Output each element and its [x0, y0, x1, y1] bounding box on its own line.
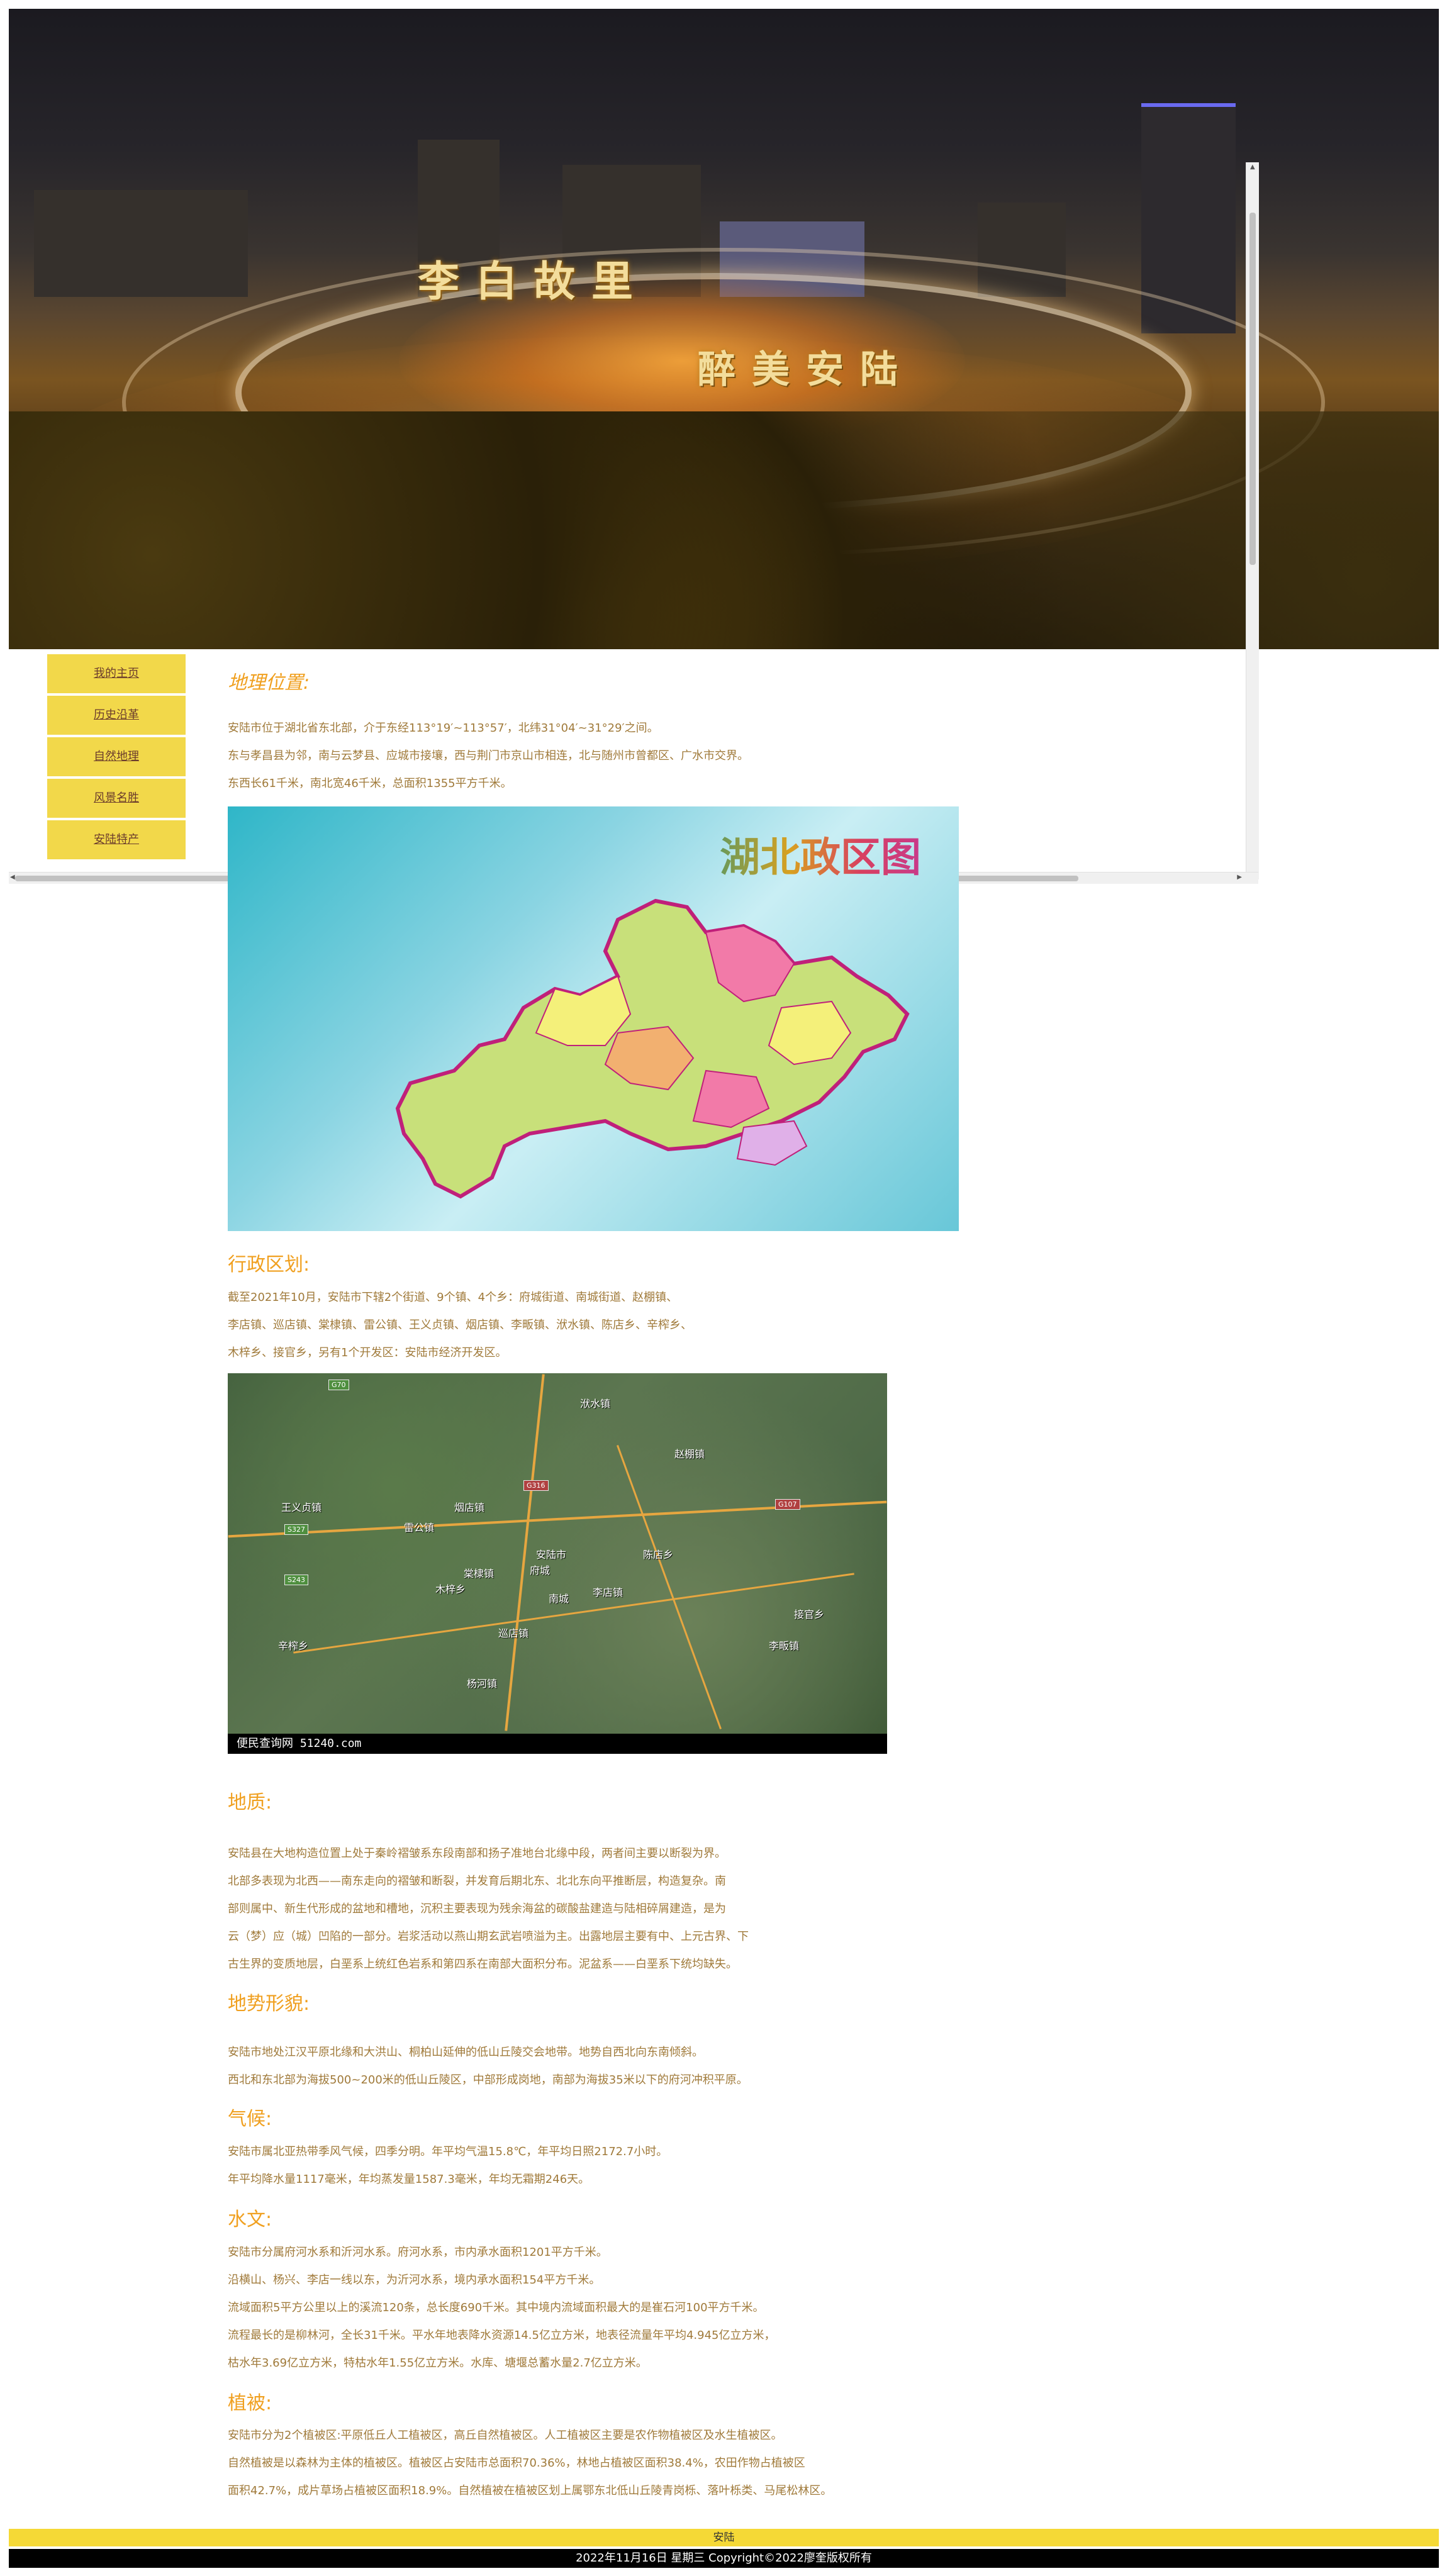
- hydrology-line: 安陆市分属府河水系和沂河水系。府河水系，市内承水面积1201平方千米。: [228, 2246, 608, 2259]
- nav-item-history[interactable]: 历史沿革: [47, 696, 186, 735]
- footer-bar: 安陆: [9, 2529, 1439, 2546]
- nav-item-home[interactable]: 我的主页: [47, 654, 186, 693]
- section-title-admin: 行政区划:: [228, 1254, 310, 1276]
- map-place-label: 南城: [549, 1593, 569, 1605]
- map-road: [617, 1444, 722, 1730]
- road-badge: G107: [775, 1499, 800, 1510]
- banner-building: [34, 190, 248, 297]
- side-navigation: 我的主页 历史沿革 自然地理 风景名胜 安陆特产: [47, 654, 186, 862]
- section-title-location: 地理位置:: [228, 672, 310, 694]
- section-title-geology: 地质:: [228, 1792, 272, 1814]
- map-place-label: 安陆市: [536, 1549, 567, 1561]
- terrain-line: 安陆市地处江汉平原北缘和大洪山、桐柏山延伸的低山丘陵交会地带。地势自西北向东南倾…: [228, 2046, 703, 2059]
- vegetation-line: 面积42.7%，成片草场占植被区面积18.9%。自然植被在植被区划上属鄂东北低山…: [228, 2484, 832, 2497]
- hydrology-line: 流程最长的是柳林河，全长31千米。平水年地表降水资源14.5亿立方米，地表径流量…: [228, 2329, 776, 2342]
- road-badge: S243: [284, 1575, 308, 1585]
- map-place-label: 辛榨乡: [278, 1640, 309, 1652]
- map-place-label: 雷公镇: [404, 1522, 435, 1534]
- map-place-label: 府城: [530, 1564, 551, 1576]
- geology-line: 安陆县在大地构造位置上处于秦岭褶皱系东段南部和扬子准地台北缘中段，两者间主要以断…: [228, 1847, 726, 1860]
- vegetation-line: 自然植被是以森林为主体的植被区。植被区占安陆市总面积70.36%，林地占植被区面…: [228, 2456, 805, 2470]
- vertical-scrollbar-thumb[interactable]: [1249, 213, 1256, 565]
- hydrology-line: 流域面积5平方公里以上的溪流120条，总长度690千米。其中境内流域面积最大的是…: [228, 2301, 764, 2314]
- terrain-line: 西北和东北部为海拔500~200米的低山丘陵区，中部形成岗地，南部为海拔35米以…: [228, 2073, 748, 2087]
- banner-title-line2: 醉美安陆: [698, 348, 914, 392]
- nav-item-scenery[interactable]: 风景名胜: [47, 779, 186, 818]
- map-place-label: 李店镇: [593, 1586, 623, 1598]
- section-title-hydrology: 水文:: [228, 2209, 272, 2231]
- hydrology-line: 沿横山、杨兴、李店一线以东，为沂河水系，境内承水面积154平方千米。: [228, 2273, 601, 2287]
- geology-line: 北部多表现为北西——南东走向的褶皱和断裂，并发育后期北东、北北东向平推断层，构造…: [228, 1875, 726, 1888]
- map-place-label: 王义贞镇: [281, 1502, 322, 1514]
- vertical-scrollbar[interactable]: ▲ ▼: [1246, 162, 1259, 879]
- vegetation-line: 安陆市分为2个植被区:平原低丘人工植被区，高丘自然植被区。人工植被区主要是农作物…: [228, 2429, 783, 2442]
- map-caption: 便民查询网 51240.com: [228, 1734, 887, 1754]
- section-title-terrain: 地势形貌:: [228, 1993, 310, 2015]
- map-place-label: 陈店乡: [643, 1549, 674, 1561]
- admin-line: 木梓乡、接官乡，另有1个开发区：安陆市经济开发区。: [228, 1346, 507, 1359]
- map-place-label: 接官乡: [794, 1609, 825, 1620]
- location-line: 东西长61千米，南北宽46千米，总面积1355平方千米。: [228, 777, 512, 790]
- map-place-label: 赵棚镇: [674, 1448, 705, 1460]
- admin-line: 截至2021年10月，安陆市下辖2个街道、9个镇、4个乡：府城街道、南城街道、赵…: [228, 1291, 678, 1304]
- banner-trees: [9, 411, 1439, 649]
- map-place-label: 烟店镇: [454, 1502, 485, 1514]
- climate-line: 年平均降水量1117毫米，年均蒸发量1587.3毫米，年均无霜期246天。: [228, 2173, 590, 2186]
- section-title-climate: 气候:: [228, 2108, 272, 2130]
- geology-line: 古生界的变质地层，白垩系上统红色岩系和第四系在南部大面积分布。泥盆系——白垩系下…: [228, 1958, 737, 1971]
- location-line: 安陆市位于湖北省东北部，介于东经113°19′~113°57′，北纬31°04′…: [228, 722, 659, 735]
- scroll-right-arrow-icon[interactable]: ▶: [1237, 874, 1242, 881]
- header-banner-image: 李白故里 醉美安陆: [9, 9, 1439, 649]
- scroll-left-arrow-icon[interactable]: ◀: [10, 874, 15, 881]
- section-title-vegetation: 植被:: [228, 2392, 272, 2414]
- footer-copyright: 2022年11月16日 星期三 Copyright©2022廖奎版权所有: [9, 2549, 1439, 2568]
- nav-item-specialties[interactable]: 安陆特产: [47, 820, 186, 859]
- map-place-label: 李畈镇: [769, 1640, 800, 1652]
- scroll-up-arrow-icon[interactable]: ▲: [1250, 164, 1255, 170]
- hydrology-line: 枯水年3.69亿立方米，特枯水年1.55亿立方米。水库、塘堰总蓄水量2.7亿立方…: [228, 2356, 647, 2370]
- map-place-label: 棠棣镇: [464, 1568, 495, 1580]
- geology-line: 部则属中、新生代形成的盆地和槽地，沉积主要表现为残余海盆的碳酸盐建造与陆相碎屑建…: [228, 1902, 726, 1915]
- hubei-political-map-image: 湖北政区图: [228, 806, 959, 1231]
- map-place-label: 洑水镇: [580, 1398, 611, 1410]
- location-line: 东与孝昌县为邻，南与云梦县、应城市接壤，西与荆门市京山市相连，北与随州市曾都区、…: [228, 749, 749, 762]
- road-badge: G70: [328, 1380, 349, 1390]
- anlu-satellite-map-image: G70 G316 G107 S243 S327 洑水镇 赵棚镇 王义贞镇 雷公镇…: [228, 1373, 887, 1754]
- geology-line: 云（梦）应（城）凹陷的一部分。岩浆活动以燕山期玄武岩喷溢为主。出露地层主要有中、…: [228, 1930, 749, 1943]
- banner-title-line1: 李白故里: [418, 257, 649, 306]
- road-badge: G316: [523, 1480, 549, 1491]
- hubei-province-shape: [395, 898, 910, 1199]
- nav-item-geography[interactable]: 自然地理: [47, 737, 186, 776]
- admin-line: 李店镇、巡店镇、棠棣镇、雷公镇、王义贞镇、烟店镇、李畈镇、洑水镇、陈店乡、辛榨乡…: [228, 1319, 692, 1332]
- climate-line: 安陆市属北亚热带季风气候，四季分明。年平均气温15.8℃，年平均日照2172.7…: [228, 2145, 668, 2158]
- road-badge: S327: [284, 1524, 308, 1535]
- map-place-label: 巡店镇: [498, 1627, 529, 1639]
- map-place-label: 木梓乡: [435, 1583, 466, 1595]
- map-place-label: 杨河镇: [467, 1678, 498, 1690]
